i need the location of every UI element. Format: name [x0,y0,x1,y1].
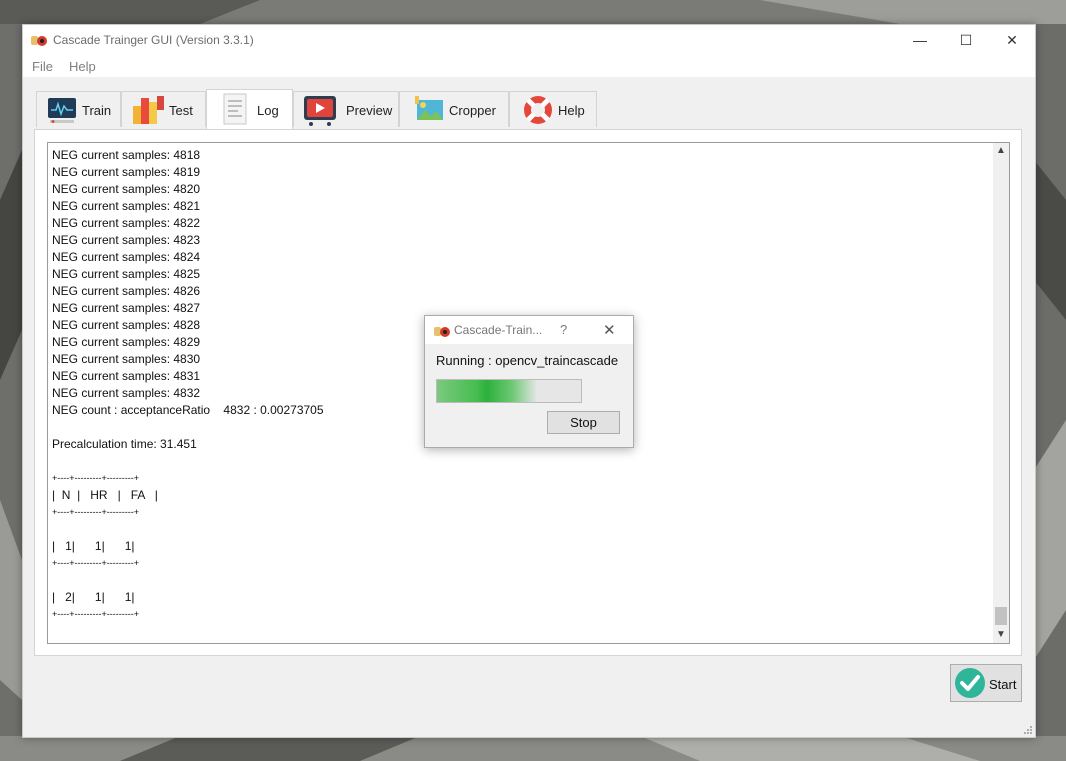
log-line: +----+---------+---------+ [52,473,139,483]
app-icon [434,327,450,337]
resize-grip-icon[interactable] [1023,725,1033,735]
tab-train-label: Train [82,103,112,118]
start-button[interactable]: Start [950,664,1022,702]
log-line: NEG current samples: 4825 [52,267,201,281]
vertical-scrollbar[interactable]: ▲ ▼ [993,143,1009,643]
log-line: | N | HR | FA | [52,488,158,502]
tab-preview[interactable]: Preview [293,91,399,127]
menu-bar: File Help [23,55,1035,77]
tab-help-label: Help [558,103,585,118]
tab-log[interactable]: Log [206,89,293,129]
log-line: Precalculation time: 31.451 [52,437,197,451]
waveform-monitor-icon [48,98,76,123]
log-line: NEG current samples: 4832 [52,386,201,400]
log-line: NEG current samples: 4829 [52,335,201,349]
dialog-close-button[interactable]: ✕ [603,321,616,339]
scroll-thumb[interactable] [995,607,1007,625]
log-lines: NEG current samples: 4818 NEG current sa… [52,147,324,623]
tab-test-label: Test [169,103,193,118]
tab-help[interactable]: Help [509,91,597,127]
log-line: +----+---------+---------+ [52,609,139,619]
maximize-button[interactable]: ☐ [943,25,989,55]
minimize-button[interactable]: — [897,25,943,55]
log-line: NEG current samples: 4827 [52,301,201,315]
log-line: +----+---------+---------+ [52,507,139,517]
log-line: NEG current samples: 4819 [52,165,201,179]
progress-bar [436,379,582,403]
log-line: +----+---------+---------+ [52,558,139,568]
log-line: | 2| 1| 1| [52,590,135,604]
log-line: NEG current samples: 4831 [52,369,201,383]
log-line: NEG current samples: 4823 [52,233,201,247]
tab-log-label: Log [257,103,279,118]
log-line: NEG current samples: 4822 [52,216,201,230]
log-line: NEG count : acceptanceRatio 4832 : 0.002… [52,403,324,417]
start-button-label: Start [989,677,1017,692]
image-crop-icon [415,96,443,120]
log-line: NEG current samples: 4820 [52,182,201,196]
stop-button[interactable]: Stop [547,411,620,434]
checkmark-icon [955,668,985,698]
document-icon [223,93,247,125]
tab-test[interactable]: Test [121,91,206,127]
dialog-title-bar: Cascade-Train... ? ✕ [425,316,633,344]
lifebuoy-icon [524,96,552,124]
window-title: Cascade Trainger GUI (Version 3.3.1) [53,33,254,47]
log-line: NEG current samples: 4824 [52,250,201,264]
log-line: NEG current samples: 4826 [52,284,201,298]
log-line: NEG current samples: 4830 [52,352,201,366]
log-line: NEG current samples: 4821 [52,199,201,213]
dialog-message: Running : opencv_traincascade [436,353,619,368]
app-icon [31,36,47,46]
close-button[interactable]: ✕ [989,25,1035,55]
dialog-help-button[interactable]: ? [560,322,567,337]
menu-file[interactable]: File [32,59,53,74]
progress-dialog: Cascade-Train... ? ✕ Running : opencv_tr… [424,315,634,448]
scroll-up-arrow-icon[interactable]: ▲ [993,143,1009,159]
colored-blocks-icon [133,96,164,124]
menu-help[interactable]: Help [69,59,96,74]
tab-cropper[interactable]: Cropper [399,91,509,127]
log-line: | 1| 1| 1| [52,539,135,553]
log-line: NEG current samples: 4818 [52,148,201,162]
progress-indicator [437,380,537,402]
play-video-icon [304,96,336,126]
log-line: NEG current samples: 4828 [52,318,201,332]
tab-cropper-label: Cropper [449,103,496,118]
dialog-title: Cascade-Train... [454,323,543,337]
tab-preview-label: Preview [346,103,393,118]
title-bar: Cascade Trainger GUI (Version 3.3.1) — ☐… [23,25,1035,55]
scroll-down-arrow-icon[interactable]: ▼ [993,627,1009,643]
tab-train[interactable]: Train [36,91,121,127]
